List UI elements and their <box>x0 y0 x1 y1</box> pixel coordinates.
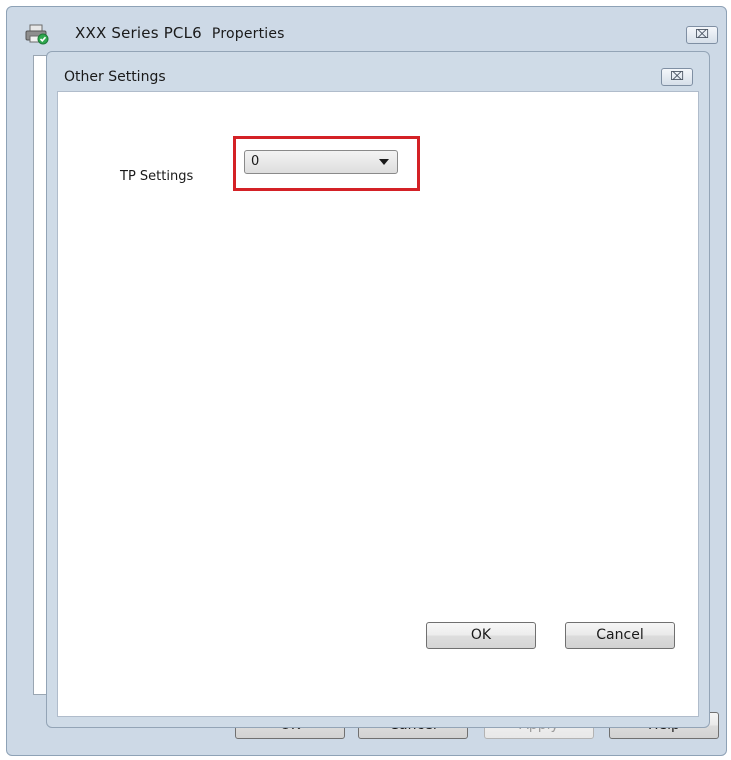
tp-settings-value: 0 <box>251 154 260 169</box>
tp-settings-dropdown[interactable]: 0 <box>244 150 398 174</box>
chevron-down-icon <box>379 159 389 165</box>
tp-settings-label: TP Settings <box>120 169 194 184</box>
window-close-button[interactable]: ⌧ <box>686 26 718 44</box>
dialog-cancel-button[interactable]: Cancel <box>565 622 675 649</box>
window-title: XXX Series PCL6 Properties <box>75 24 285 42</box>
dialog-title: Other Settings <box>64 69 166 85</box>
dialog-close-button[interactable]: ⌧ <box>661 68 693 86</box>
other-settings-dialog: Other Settings ⌧ TP Settings 0 OK Cancel <box>46 51 710 728</box>
dialog-ok-button[interactable]: OK <box>426 622 536 649</box>
window-titlebar: XXX Series PCL6 Properties ⌧ <box>7 7 726 47</box>
printer-icon <box>25 24 49 45</box>
